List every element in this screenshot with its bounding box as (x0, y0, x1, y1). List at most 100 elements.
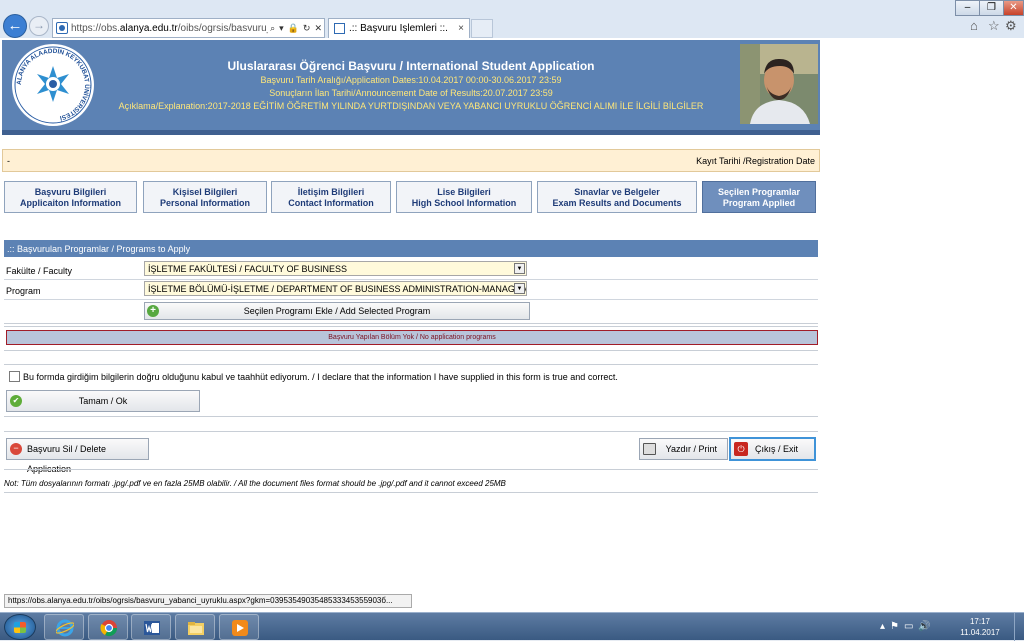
word-icon (144, 621, 160, 635)
tab-label: High School Information (411, 198, 517, 208)
plus-icon: + (147, 305, 159, 317)
divider (4, 469, 818, 470)
delete-icon: − (10, 443, 22, 455)
registration-date-label: Kayıt Tarihi /Registration Date (696, 156, 815, 166)
delete-application-button[interactable]: − Başvuru Sil / Delete Application (6, 438, 149, 474)
favorites-star-icon[interactable]: ☆ (988, 18, 1000, 34)
home-icon[interactable]: ⌂ (970, 18, 978, 33)
checkmark-icon: ✔ (10, 395, 22, 407)
consent-text: Bu formda girdiğim bilgilerin doğru oldu… (23, 372, 618, 382)
status-url-bar: https://obs.alanya.edu.tr/oibs/ogrsis/ba… (4, 594, 412, 608)
program-select[interactable]: İŞLETME BÖLÜMÜ-İŞLETME / DEPARTMENT OF B… (144, 281, 527, 296)
ok-label: Tamam / Ok (78, 396, 128, 406)
programs-section-title: .:: Başvurulan Programlar / Programs to … (4, 240, 818, 257)
tab-application-information[interactable]: Başvuru Bilgileri Applicaiton Informatio… (4, 181, 137, 213)
tab-label: Lise Bilgileri (437, 187, 491, 197)
page-content: ALANYA ALAADDİN KEYKUBAT ÜNİVERSİTESİ Ul… (0, 38, 1024, 612)
tab-favicon-icon (334, 23, 345, 34)
action-bar: − Başvuru Sil / Delete Application Yazdı… (4, 434, 818, 474)
new-tab-button[interactable] (471, 19, 493, 38)
tab-title: .:: Başvuru İşlemleri ::. (349, 23, 448, 34)
gear-icon[interactable]: ⚙ (1005, 18, 1017, 34)
minimize-button[interactable]: – (955, 0, 980, 16)
taskbar-internet-explorer[interactable] (44, 614, 84, 640)
program-selected-value: İŞLETME BÖLÜMÜ-İŞLETME / DEPARTMENT OF B… (148, 284, 527, 294)
faculty-select[interactable]: İŞLETME FAKÜLTESİ / FACULTY OF BUSINESS … (144, 261, 527, 276)
explanation-text: Açıklama/Explanation:2017-2018 EĞİTİM ÖĞ… (118, 101, 704, 111)
tab-personal-information[interactable]: Kişisel Bilgileri Personal Information (143, 181, 267, 213)
no-programs-message: Başvuru Yapılan Bölüm Yok / No applicati… (6, 330, 818, 345)
tab-contact-information[interactable]: İletişim Bilgileri Contact Information (271, 181, 391, 213)
university-logo: ALANYA ALAADDİN KEYKUBAT ÜNİVERSİTESİ (12, 44, 94, 126)
divider (4, 350, 818, 351)
tab-program-applied[interactable]: Seçilen Programlar Program Applied (702, 181, 816, 213)
program-row: Program İŞLETME BÖLÜMÜ-İŞLETME / DEPARTM… (4, 280, 818, 300)
ok-button[interactable]: ✔ Tamam / Ok (6, 390, 200, 412)
browser-tab[interactable]: .:: Başvuru İşlemleri ::. × (328, 18, 470, 38)
faculty-label: Fakülte / Faculty (6, 266, 73, 276)
clock-date: 11.04.2017 (960, 628, 1000, 637)
taskbar-clock[interactable]: 17:17 11.04.2017 (950, 616, 1010, 638)
faculty-row: Fakülte / Faculty İŞLETME FAKÜLTESİ / FA… (4, 260, 818, 280)
back-button[interactable]: ← (3, 14, 27, 38)
tab-label: Seçilen Programlar (717, 187, 801, 197)
tab-exam-results-documents[interactable]: Sınavlar ve Belgeler Exam Results and Do… (537, 181, 697, 213)
refresh-icon[interactable]: ↻ (301, 23, 313, 34)
tab-label: Başvuru Bilgileri (34, 187, 107, 197)
registration-value: - (7, 156, 10, 166)
tab-high-school-information[interactable]: Lise Bilgileri High School Information (396, 181, 532, 213)
application-header: ALANYA ALAADDİN KEYKUBAT ÜNİVERSİTESİ Ul… (2, 40, 820, 135)
form-tabs: Başvuru Bilgileri Applicaiton Informatio… (2, 181, 820, 213)
address-bar[interactable]: https://obs.alanya.edu.tr/oibs/ogrsis/ba… (52, 18, 325, 38)
registration-bar: - Kayıt Tarihi /Registration Date (2, 149, 820, 172)
tab-close-icon[interactable]: × (458, 23, 469, 34)
chrome-icon (100, 620, 118, 637)
system-tray-icons[interactable]: ▴⚑▭🔊 (880, 621, 936, 632)
power-icon: ⏻ (734, 442, 748, 456)
print-button[interactable]: Yazdır / Print (639, 438, 728, 460)
tab-label: Kişisel Bilgileri (172, 187, 238, 197)
forward-button[interactable]: → (29, 16, 49, 36)
lock-icon[interactable]: 🔒 (286, 23, 301, 34)
divider (4, 326, 818, 327)
site-favicon-icon (56, 22, 68, 34)
folder-icon (188, 622, 204, 635)
divider (4, 323, 818, 324)
program-label: Program (6, 286, 41, 296)
internet-explorer-icon (56, 619, 74, 637)
page-title: Uluslararası Öğrenci Başvuru / Internati… (227, 59, 595, 73)
print-label: Yazdır / Print (665, 444, 717, 454)
add-program-label: Seçilen Programı Ekle / Add Selected Pro… (243, 306, 431, 316)
faculty-selected-value: İŞLETME FAKÜLTESİ / FACULTY OF BUSINESS (148, 264, 348, 274)
divider (4, 364, 818, 365)
exit-button[interactable]: ⏻ Çıkış / Exit (729, 437, 816, 461)
applicant-photo (740, 44, 818, 124)
consent-checkbox[interactable] (9, 371, 20, 382)
clock-time: 17:17 (969, 617, 991, 626)
taskbar-chrome[interactable] (88, 614, 128, 640)
taskbar-media-player[interactable] (219, 614, 259, 640)
search-icon[interactable]: ⌕ (268, 23, 277, 34)
media-player-icon (232, 620, 248, 636)
window-close-button[interactable]: ✕ (1003, 0, 1024, 16)
results-date: Sonuçların İlan Tarihi/Announcement Date… (269, 88, 553, 98)
add-program-button[interactable]: + Seçilen Programı Ekle / Add Selected P… (144, 302, 530, 320)
dropdown-icon[interactable]: ▾ (277, 23, 286, 34)
chevron-down-icon[interactable]: ▼ (514, 283, 525, 294)
file-format-note: Not: Tüm dosyalarının formatı .jpg/.pdf … (4, 479, 506, 488)
chevron-down-icon[interactable]: ▼ (514, 263, 525, 274)
start-button[interactable] (4, 614, 36, 640)
divider (4, 416, 818, 417)
maximize-button[interactable]: ❐ (979, 0, 1004, 16)
tab-label: Applicaiton Information (20, 198, 121, 208)
consent-row: Bu formda girdiğim bilgilerin doğru oldu… (8, 370, 818, 384)
show-desktop-button[interactable] (1014, 613, 1024, 641)
tab-label: İletişim Bilgileri (297, 187, 365, 197)
stop-icon[interactable]: ✕ (312, 23, 324, 34)
taskbar-file-explorer[interactable] (175, 614, 215, 640)
taskbar-word[interactable] (131, 614, 171, 640)
tab-label: Sınavlar ve Belgeler (574, 187, 660, 197)
exit-label: Çıkış / Exit (754, 444, 798, 454)
browser-chrome: – ❐ ✕ ← → https://obs.alanya.edu.tr/oibs… (0, 0, 1024, 38)
tab-label: Contact Information (288, 198, 374, 208)
